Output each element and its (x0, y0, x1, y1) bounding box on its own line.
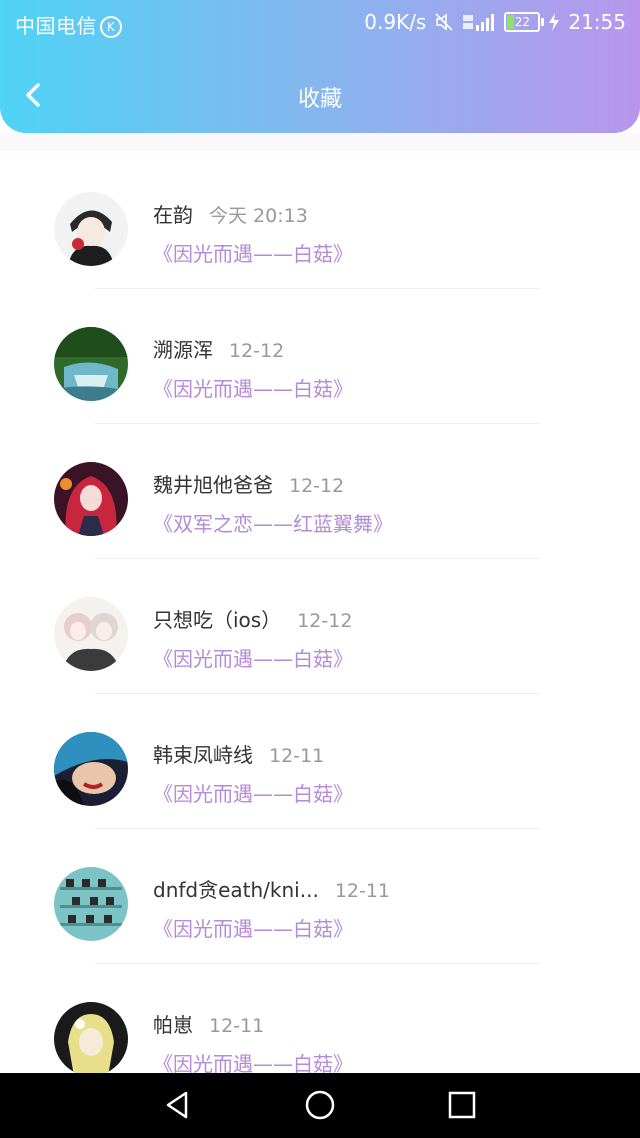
mute-icon (435, 13, 453, 31)
item-header: 在韵 今天 20:13 (153, 199, 308, 228)
item-header: 韩束凤峙线 12-11 (153, 739, 324, 768)
page-title: 收藏 (297, 87, 342, 112)
carrier-badge: K (100, 16, 122, 38)
status-bar: 中国电信 K 0.9K/s 22 21:55 (0, 0, 640, 44)
list-item[interactable]: 溯源浑 12-12 《因光而遇——白菇》 (0, 287, 640, 424)
carrier-name: 中国电信 (15, 14, 97, 38)
avatar (54, 327, 128, 401)
timestamp: 今天 20:13 (209, 205, 308, 227)
user-name: 在韵 (153, 203, 193, 227)
user-name: 溯源浑 (153, 338, 213, 362)
avatar (54, 462, 128, 536)
avatar (54, 1002, 128, 1076)
signal-icon (463, 14, 495, 31)
item-header: 只想吃（ios） 12-12 (153, 604, 352, 633)
user-name: 只想吃（ios） (153, 608, 282, 632)
back-triangle-icon[interactable] (162, 1089, 194, 1121)
favorites-list: 在韵 今天 20:13 《因光而遇——白菇》 溯源浑 12-12 《因光而遇——白菇… (0, 152, 640, 1097)
book-title[interactable]: 《因光而遇——白菇》 (153, 913, 353, 942)
recents-square-icon[interactable] (446, 1089, 478, 1121)
user-name: 帕崽 (153, 1013, 193, 1037)
charging-icon (549, 13, 560, 31)
timestamp: 12-11 (209, 1015, 265, 1037)
item-header: 魏井旭他爸爸 12-12 (153, 469, 344, 498)
book-title[interactable]: 《双军之恋——红蓝翼舞》 (153, 508, 393, 537)
book-title[interactable]: 《因光而遇——白菇》 (153, 238, 353, 267)
item-header: dnfd贪eath/kni... 12-11 (153, 874, 390, 903)
book-title[interactable]: 《因光而遇——白菇》 (153, 643, 353, 672)
book-title[interactable]: 《因光而遇——白菇》 (153, 373, 353, 402)
avatar (54, 597, 128, 671)
timestamp: 12-12 (289, 475, 345, 497)
user-name: dnfd贪eath/kni... (153, 878, 319, 902)
user-name: 魏井旭他爸爸 (153, 473, 273, 497)
system-nav-bar (0, 1073, 640, 1138)
clock: 21:55 (568, 10, 626, 34)
timestamp: 12-12 (297, 610, 353, 632)
avatar (54, 732, 128, 806)
user-name: 韩束凤峙线 (153, 743, 253, 767)
network-speed: 0.9K/s (364, 10, 427, 34)
item-header: 帕崽 12-11 (153, 1009, 264, 1038)
list-item[interactable]: 魏井旭他爸爸 12-12 《双军之恋——红蓝翼舞》 (0, 422, 640, 559)
list-item[interactable]: dnfd贪eath/kni... 12-11 《因光而遇——白菇》 (0, 827, 640, 964)
item-header: 溯源浑 12-12 (153, 334, 284, 363)
timestamp: 12-11 (334, 880, 391, 902)
battery-cap (541, 18, 545, 26)
avatar (54, 192, 128, 266)
timestamp: 12-12 (229, 340, 285, 362)
header-bar: 中国电信 K 0.9K/s 22 21:55 收藏 (0, 0, 640, 133)
book-title[interactable]: 《因光而遇——白菇》 (153, 778, 353, 807)
carrier-label: 中国电信 K (15, 10, 122, 39)
battery-level: 22 (514, 15, 530, 29)
home-circle-icon[interactable] (304, 1089, 336, 1121)
header-shadow (0, 133, 640, 151)
list-item[interactable]: 韩束凤峙线 12-11 《因光而遇——白菇》 (0, 692, 640, 829)
list-item[interactable]: 在韵 今天 20:13 《因光而遇——白菇》 (0, 152, 640, 289)
status-right: 0.9K/s 22 21:55 (356, 10, 626, 34)
avatar (54, 867, 128, 941)
timestamp: 12-11 (269, 745, 325, 767)
battery-icon: 22 (504, 12, 541, 32)
list-item[interactable]: 只想吃（ios） 12-12 《因光而遇——白菇》 (0, 557, 640, 694)
